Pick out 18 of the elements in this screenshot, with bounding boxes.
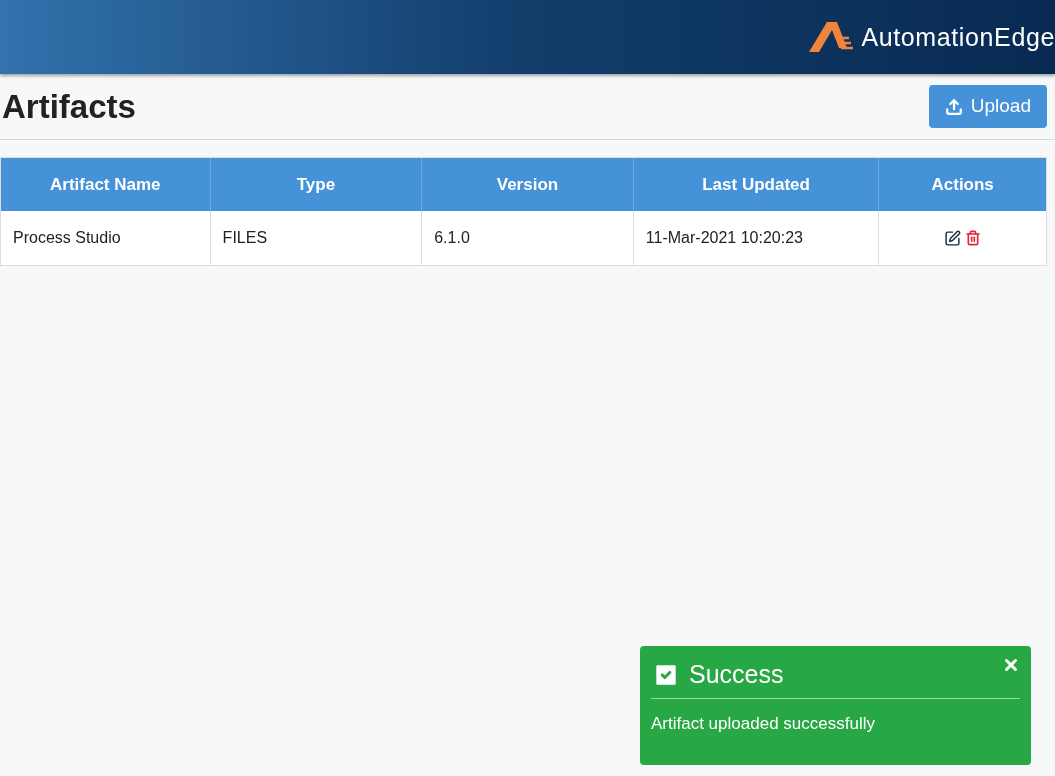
logo-text: AutomationEdge [861, 24, 1055, 50]
table-cell: 11-Mar-2021 10:20:23 [633, 211, 880, 265]
upload-button[interactable]: Upload [928, 85, 1047, 128]
page-title: Artifacts [1, 86, 136, 127]
column-header: Last Updated [633, 158, 880, 211]
toast-title: Success [689, 659, 784, 690]
toast-message: Artifact uploaded successfully [651, 712, 876, 735]
table-cell: FILES [210, 211, 423, 265]
column-header: Type [210, 158, 423, 211]
close-button[interactable] [1002, 656, 1020, 674]
column-header: Artifact Name [1, 158, 211, 211]
edit-button[interactable] [944, 229, 962, 247]
upload-icon [944, 97, 963, 116]
column-header: Actions [930, 173, 995, 196]
table-cell: 6.1.0 [422, 211, 634, 265]
table-cell: Process Studio [1, 211, 211, 265]
column-header: Version [422, 158, 634, 211]
delete-button[interactable] [965, 230, 982, 246]
